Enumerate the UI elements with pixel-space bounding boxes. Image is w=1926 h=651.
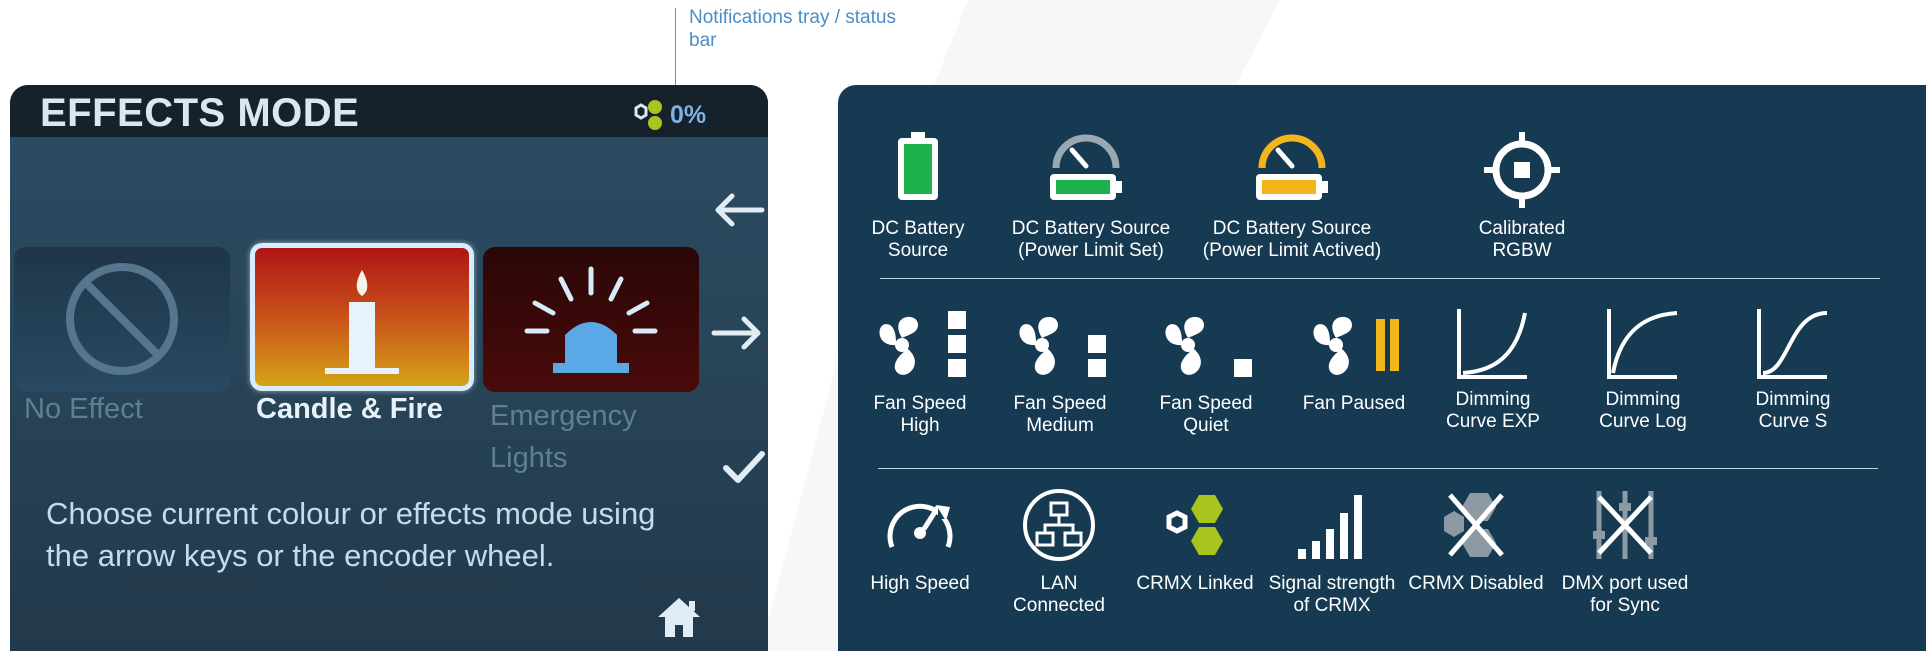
notifications-tray[interactable]: 0% [630,98,706,132]
legend-item-lan: LAN Connected [994,485,1124,617]
candle-icon [325,270,399,374]
effect-tile-candle-fire[interactable] [250,243,474,391]
callout-label: Notifications tray / status bar [689,7,896,51]
legend-caption: Fan Speed Medium [1013,393,1107,436]
legend-caption: DC Battery Source [871,218,965,261]
crmx-disabled-icon [1406,485,1546,565]
legend-item-fan-medium: Fan Speed Medium [990,305,1130,437]
battery-gauge-icon [1006,130,1166,210]
legend-item-curve-exp: Dimming Curve EXP [1428,305,1558,433]
legend-caption: Dimming Curve Log [1599,389,1687,432]
legend-caption: DC Battery Source (Power Limit Set) [1011,218,1171,261]
legend-item-high-speed: High Speed [850,485,990,595]
battery-percent: 0% [670,100,707,129]
row-divider [878,468,1878,469]
legend-item-curve-log: Dimming Curve Log [1578,305,1708,433]
effect-label-candle-fire: Candle & Fire [256,393,443,425]
mode-title: EFFECTS MODE [40,91,360,135]
previous-arrow-icon[interactable] [710,190,766,230]
legend-item-fan-high: Fan Speed High [850,305,990,437]
home-icon[interactable] [655,595,703,639]
no-effect-icon [66,263,178,375]
legend-item-fan-quiet: Fan Speed Quiet [1136,305,1276,437]
legend-caption: DMX port used for Sync [1561,573,1689,616]
fan-quiet-icon [1136,305,1276,385]
legend-caption: CRMX Linked [1136,573,1254,594]
legend-caption: LAN Connected [1013,573,1105,616]
legend-caption: Calibrated RGBW [1478,218,1566,261]
legend-caption: Fan Speed High [873,393,967,436]
signal-bars-icon [1262,485,1402,565]
battery-icon [838,130,998,210]
icon-legend-panel: DC Battery Source DC Battery Source (Pow… [838,85,1926,651]
legend-item-crmx-linked: CRMX Linked [1128,485,1262,595]
legend-caption: Fan Speed Quiet [1159,393,1253,436]
curve-s-icon [1728,305,1858,385]
legend-item-calibrated-rgbw: Calibrated RGBW [1452,130,1592,262]
device-screen: EFFECTS MODE 0% No Effect Candle & Fire … [10,85,768,651]
effect-tile-no-effect[interactable] [14,247,230,392]
legend-caption: Signal strength of CRMX [1268,573,1396,616]
legend-item-crmx-disabled: CRMX Disabled [1406,485,1546,595]
fan-paused-icon [1284,305,1424,385]
confirm-check-icon[interactable] [722,450,766,486]
legend-item-signal-strength: Signal strength of CRMX [1262,485,1402,617]
legend-item-battery-power-limit-actived: DC Battery Source (Power Limit Actived) [1196,130,1388,262]
legend-caption: Fan Paused [1302,393,1406,414]
fan-high-icon [850,305,990,385]
legend-item-fan-paused: Fan Paused [1284,305,1424,415]
legend-caption: Dimming Curve EXP [1446,389,1540,432]
beacon-icon [524,266,658,373]
curve-log-icon [1578,305,1708,385]
legend-caption: CRMX Disabled [1408,573,1544,594]
status-bar: EFFECTS MODE 0% [10,85,768,137]
legend-caption: High Speed [870,573,970,594]
speedometer-icon [850,485,990,565]
crosshair-icon [1452,130,1592,210]
next-arrow-icon[interactable] [710,313,766,353]
row-divider [880,278,1880,279]
legend-item-curve-s: Dimming Curve S [1728,305,1858,433]
crmx-linked-icon [1128,485,1262,565]
curve-exp-icon [1428,305,1558,385]
dmx-sync-icon [1550,485,1700,565]
lan-icon [994,485,1124,565]
callout-line [675,8,676,92]
legend-caption: Dimming Curve S [1755,389,1831,432]
legend-item-dc-battery: DC Battery Source [838,130,998,262]
fan-medium-icon [990,305,1130,385]
legend-caption: DC Battery Source (Power Limit Actived) [1202,218,1382,261]
effect-label-no-effect: No Effect [24,393,143,425]
crmx-status-icon [630,98,666,132]
effect-tile-emergency-lights[interactable] [483,247,699,392]
battery-gauge-amber-icon [1196,130,1388,210]
legend-item-dmx-sync: DMX port used for Sync [1550,485,1700,617]
effect-label-emergency-lights: Emergency Lights [490,400,637,474]
legend-item-battery-power-limit-set: DC Battery Source (Power Limit Set) [1006,130,1170,262]
instruction-text: Choose current colour or effects mode us… [46,496,656,573]
